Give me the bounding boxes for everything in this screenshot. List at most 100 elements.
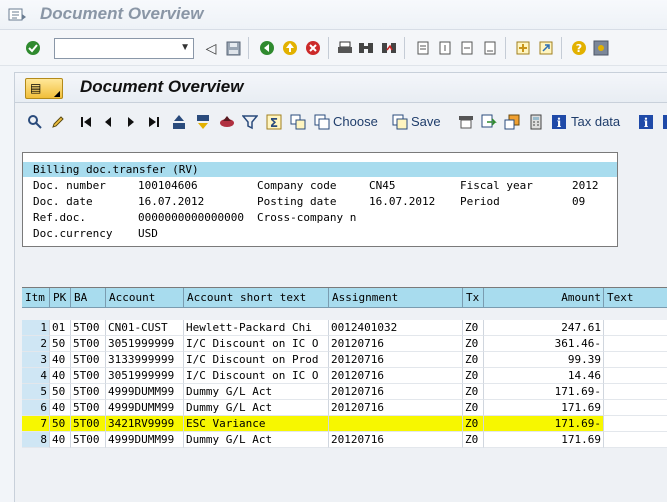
cell-ba[interactable]: 5T00	[71, 384, 106, 400]
info-icon[interactable]: i	[637, 113, 655, 131]
cell-pk[interactable]: 40	[50, 432, 71, 448]
cell-account[interactable]: 4999DUMM99	[106, 432, 184, 448]
cell-itm[interactable]: 6	[22, 400, 50, 416]
cell-ba[interactable]: 5T00	[71, 368, 106, 384]
cell-itm[interactable]: 7	[22, 416, 50, 432]
help-icon[interactable]: ?	[570, 39, 588, 57]
dropdown-arrow-icon[interactable]: ▼	[180, 42, 190, 53]
cell-short-text[interactable]: ESC Variance	[184, 416, 329, 432]
cell-itm[interactable]: 8	[22, 432, 50, 448]
tax-data-button[interactable]: Tax data	[571, 114, 620, 129]
cell-amount[interactable]: 171.69	[484, 400, 604, 416]
exit-icon[interactable]	[281, 39, 299, 57]
cell-short-text[interactable]: Dummy G/L Act	[184, 432, 329, 448]
last-item-icon[interactable]	[145, 113, 163, 131]
cell-amount[interactable]: 247.61	[484, 320, 604, 336]
cell-assignment[interactable]: 20120716	[329, 336, 463, 352]
cell-tx[interactable]: Z0	[463, 400, 484, 416]
table-row[interactable]: 6 40 5T00 4999DUMM99 Dummy G/L Act 20120716 Z0…	[22, 400, 667, 416]
column-header-tx[interactable]: Tx	[463, 288, 484, 308]
display-icon[interactable]	[26, 113, 44, 131]
cell-pk[interactable]: 50	[50, 416, 71, 432]
column-header-text[interactable]: Text	[604, 288, 667, 308]
cell-account[interactable]: 3051999999	[106, 336, 184, 352]
column-header-assignment[interactable]: Assignment	[329, 288, 463, 308]
shortcut-icon[interactable]	[537, 39, 555, 57]
previous-page-icon[interactable]	[436, 39, 454, 57]
cell-itm[interactable]: 3	[22, 352, 50, 368]
menu-button[interactable]: ▤ ◢	[25, 78, 63, 99]
table-row[interactable]: 2 50 5T00 3051999999 I/C Discount on IC O 201…	[22, 336, 667, 352]
sort-ascending-icon[interactable]	[170, 113, 188, 131]
layout-icon[interactable]	[457, 113, 475, 131]
cell-tx[interactable]: Z0	[463, 416, 484, 432]
cell-account[interactable]: 4999DUMM99	[106, 384, 184, 400]
cell-itm[interactable]: 5	[22, 384, 50, 400]
table-row[interactable]: 1 01 5T00 CN01-CUST Hewlett-Packard Chi 00124…	[22, 320, 667, 336]
collapse-icon[interactable]: ◁	[202, 39, 220, 57]
cell-ba[interactable]: 5T00	[71, 432, 106, 448]
cell-tx[interactable]: Z0	[463, 368, 484, 384]
cell-account[interactable]: 4999DUMM99	[106, 400, 184, 416]
cell-short-text[interactable]: Dummy G/L Act	[184, 400, 329, 416]
column-header-account[interactable]: Account	[106, 288, 184, 308]
first-item-icon[interactable]	[77, 113, 95, 131]
last-page-icon[interactable]	[481, 39, 499, 57]
find-next-icon[interactable]	[380, 39, 398, 57]
cell-pk[interactable]: 40	[50, 368, 71, 384]
filter-icon[interactable]	[241, 113, 259, 131]
table-row[interactable]: 8 40 5T00 4999DUMM99 Dummy G/L Act 20120716 Z0…	[22, 432, 667, 448]
cell-text[interactable]	[604, 416, 667, 432]
first-page-icon[interactable]	[414, 39, 432, 57]
calculator-icon[interactable]	[527, 113, 545, 131]
column-header-amount[interactable]: Amount	[484, 288, 604, 308]
sort-descending-icon[interactable]	[194, 113, 212, 131]
table-row[interactable]: 7 50 5T00 3421RV9999 ESC Variance Z0 171.69-	[22, 416, 667, 432]
cell-ba[interactable]: 5T00	[71, 352, 106, 368]
cell-text[interactable]	[604, 336, 667, 352]
cell-assignment[interactable]: 20120716	[329, 352, 463, 368]
next-page-icon[interactable]	[458, 39, 476, 57]
cell-account[interactable]: 3051999999	[106, 368, 184, 384]
cell-tx[interactable]: Z0	[463, 336, 484, 352]
cell-short-text[interactable]: Dummy G/L Act	[184, 384, 329, 400]
cell-short-text[interactable]: Hewlett-Packard Chi	[184, 320, 329, 336]
edit-pencil-icon[interactable]	[49, 113, 67, 131]
cell-itm[interactable]: 4	[22, 368, 50, 384]
cell-amount[interactable]: 171.69	[484, 432, 604, 448]
cell-text[interactable]	[604, 384, 667, 400]
cell-account[interactable]: 3421RV9999	[106, 416, 184, 432]
column-header-itm[interactable]: Itm	[22, 288, 50, 308]
cell-ba[interactable]: 5T00	[71, 320, 106, 336]
cell-tx[interactable]: Z0	[463, 352, 484, 368]
subtotal-icon[interactable]	[289, 113, 307, 131]
table-row[interactable]: 4 40 5T00 3051999999 I/C Discount on IC O 201…	[22, 368, 667, 384]
save-layout-icon[interactable]	[391, 113, 409, 131]
export-icon[interactable]	[480, 113, 498, 131]
print-icon[interactable]	[336, 39, 354, 57]
cell-account[interactable]: CN01-CUST	[106, 320, 184, 336]
views-icon[interactable]	[503, 113, 521, 131]
cell-text[interactable]	[604, 400, 667, 416]
save-icon[interactable]	[224, 39, 242, 57]
cell-account[interactable]: 3133999999	[106, 352, 184, 368]
cell-tx[interactable]: Z0	[463, 320, 484, 336]
cell-text[interactable]	[604, 432, 667, 448]
next-item-icon[interactable]	[122, 113, 140, 131]
cell-itm[interactable]: 1	[22, 320, 50, 336]
cell-ba[interactable]: 5T00	[71, 400, 106, 416]
create-session-icon[interactable]	[514, 39, 532, 57]
cell-pk[interactable]: 40	[50, 400, 71, 416]
cell-amount[interactable]: 14.46	[484, 368, 604, 384]
cell-ba[interactable]: 5T00	[71, 336, 106, 352]
save-button[interactable]: Save	[411, 114, 441, 129]
back-icon[interactable]	[258, 39, 276, 57]
cell-amount[interactable]: 171.69-	[484, 416, 604, 432]
delete-filter-icon[interactable]	[218, 113, 236, 131]
tax-info-icon[interactable]: i	[550, 113, 568, 131]
cell-text[interactable]	[604, 352, 667, 368]
cell-amount[interactable]: 361.46-	[484, 336, 604, 352]
cell-tx[interactable]: Z0	[463, 432, 484, 448]
table-row[interactable]: 3 40 5T00 3133999999 I/C Discount on Prod 201…	[22, 352, 667, 368]
cell-itm[interactable]: 2	[22, 336, 50, 352]
